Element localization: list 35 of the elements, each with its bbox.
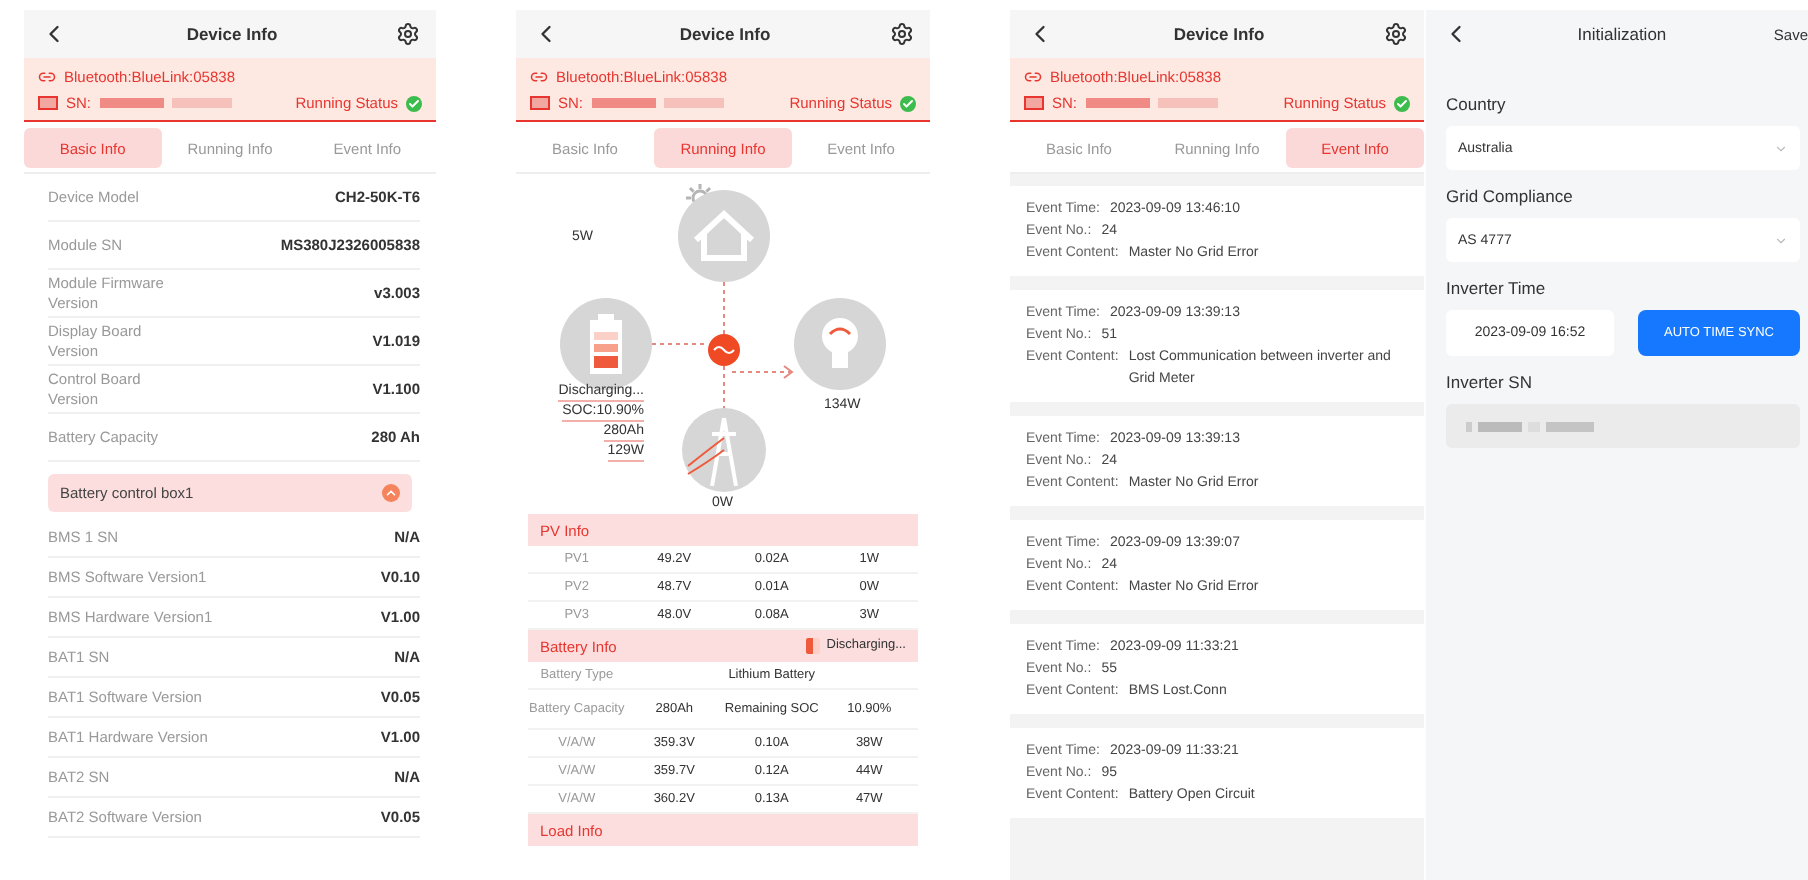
dropdown-caret-icon (1774, 233, 1788, 247)
settings-icon[interactable] (395, 22, 420, 46)
redacted-sn-bar (171, 98, 232, 108)
flow-arrow (731, 365, 794, 379)
screen-title: Device Info (186, 24, 278, 44)
sn-tag-icon (1024, 96, 1044, 110)
flow-line (723, 281, 725, 335)
light-bulb-icon (794, 298, 886, 390)
field-label: Grid Compliance (1446, 186, 1575, 206)
settings-icon[interactable] (1383, 22, 1408, 46)
power-tower-icon (682, 408, 766, 492)
redacted-sn-bar (1157, 98, 1218, 108)
sn-tag-icon (530, 96, 550, 110)
inverter-icon (708, 334, 740, 366)
field-label: Inverter Time (1446, 278, 1548, 298)
flow-line (651, 343, 707, 345)
redacted-sn-bar (1085, 98, 1150, 108)
field-label: Inverter SN (1446, 372, 1534, 392)
dropdown-caret-icon (1774, 141, 1788, 155)
redacted-sn-bar (663, 98, 724, 108)
sn-tag-icon (38, 96, 58, 110)
redacted-sn-bar (99, 98, 164, 108)
field-label: Country (1446, 94, 1508, 114)
redacted-sn-bar (591, 98, 656, 108)
screen-title: Device Info (679, 24, 771, 44)
screen-title: Initialization (1577, 24, 1667, 44)
flow-line (723, 365, 725, 409)
link-icon (530, 68, 548, 86)
battery-icon (806, 638, 821, 654)
settings-icon[interactable] (889, 22, 914, 46)
link-icon (38, 68, 56, 86)
house-icon (678, 190, 770, 282)
collapse-icon[interactable] (382, 484, 400, 502)
screen-title: Device Info (1173, 24, 1265, 44)
link-icon (1024, 68, 1042, 86)
